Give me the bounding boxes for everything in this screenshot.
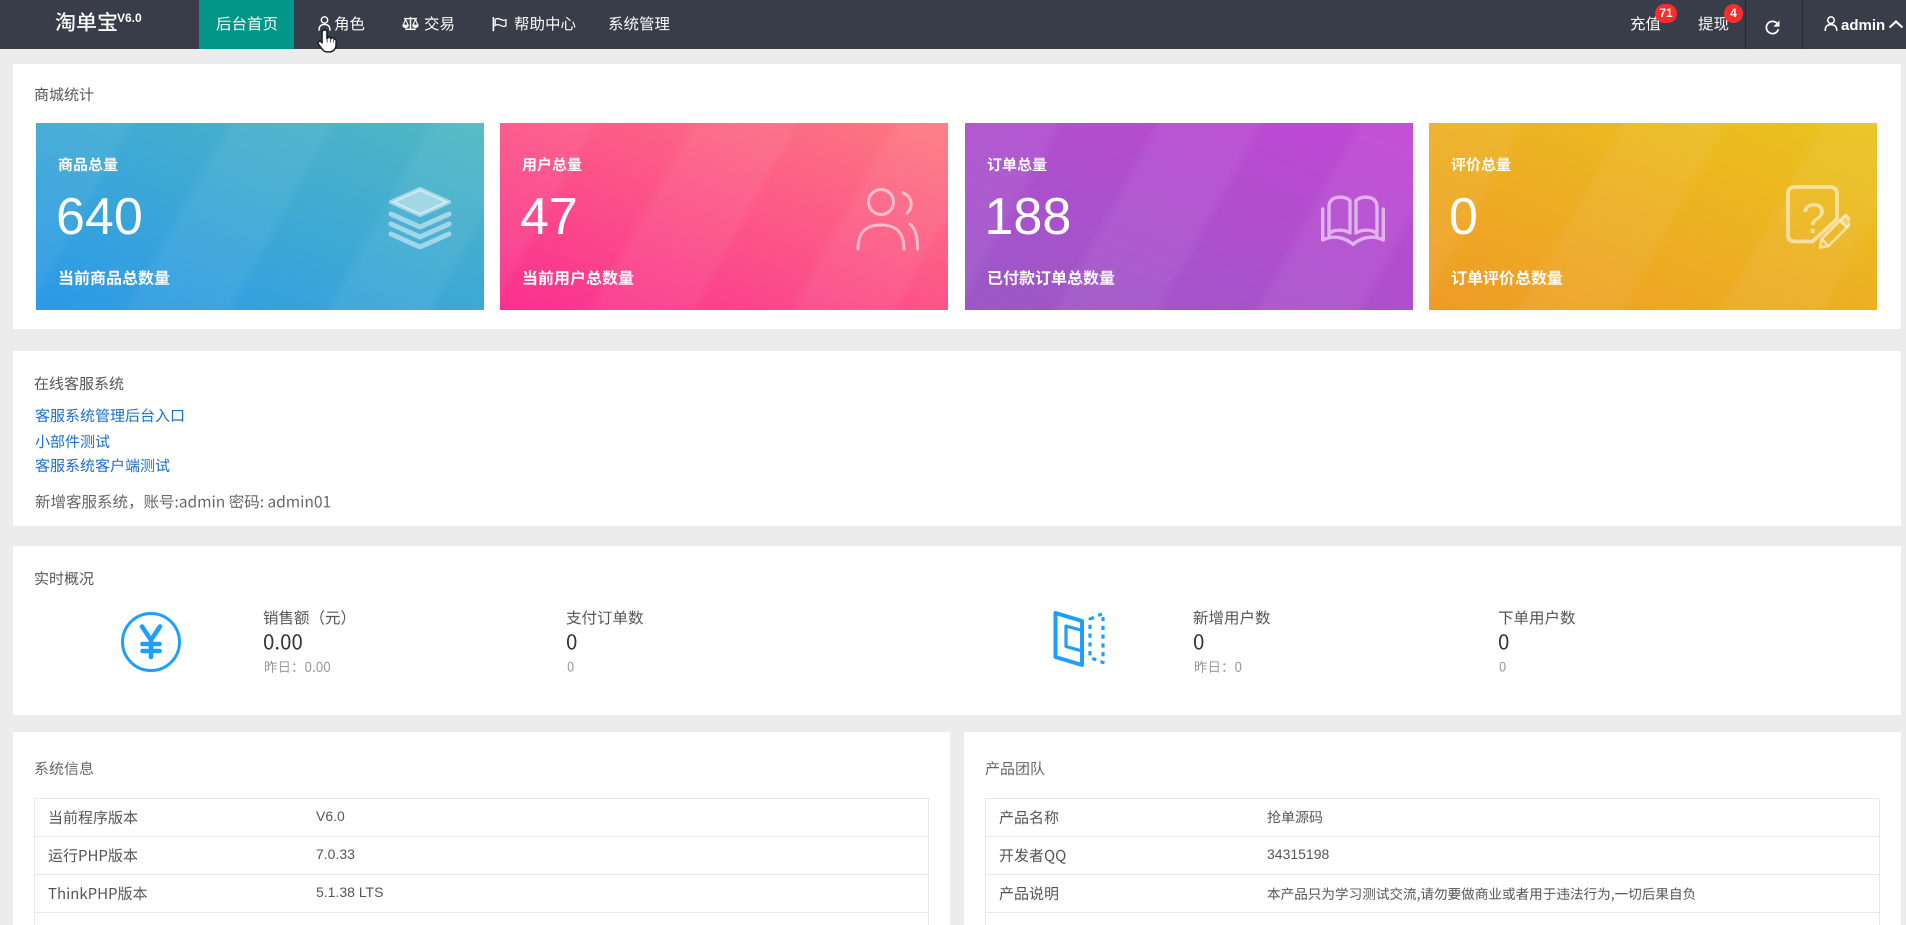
svg-text:?: ? bbox=[1802, 195, 1826, 243]
